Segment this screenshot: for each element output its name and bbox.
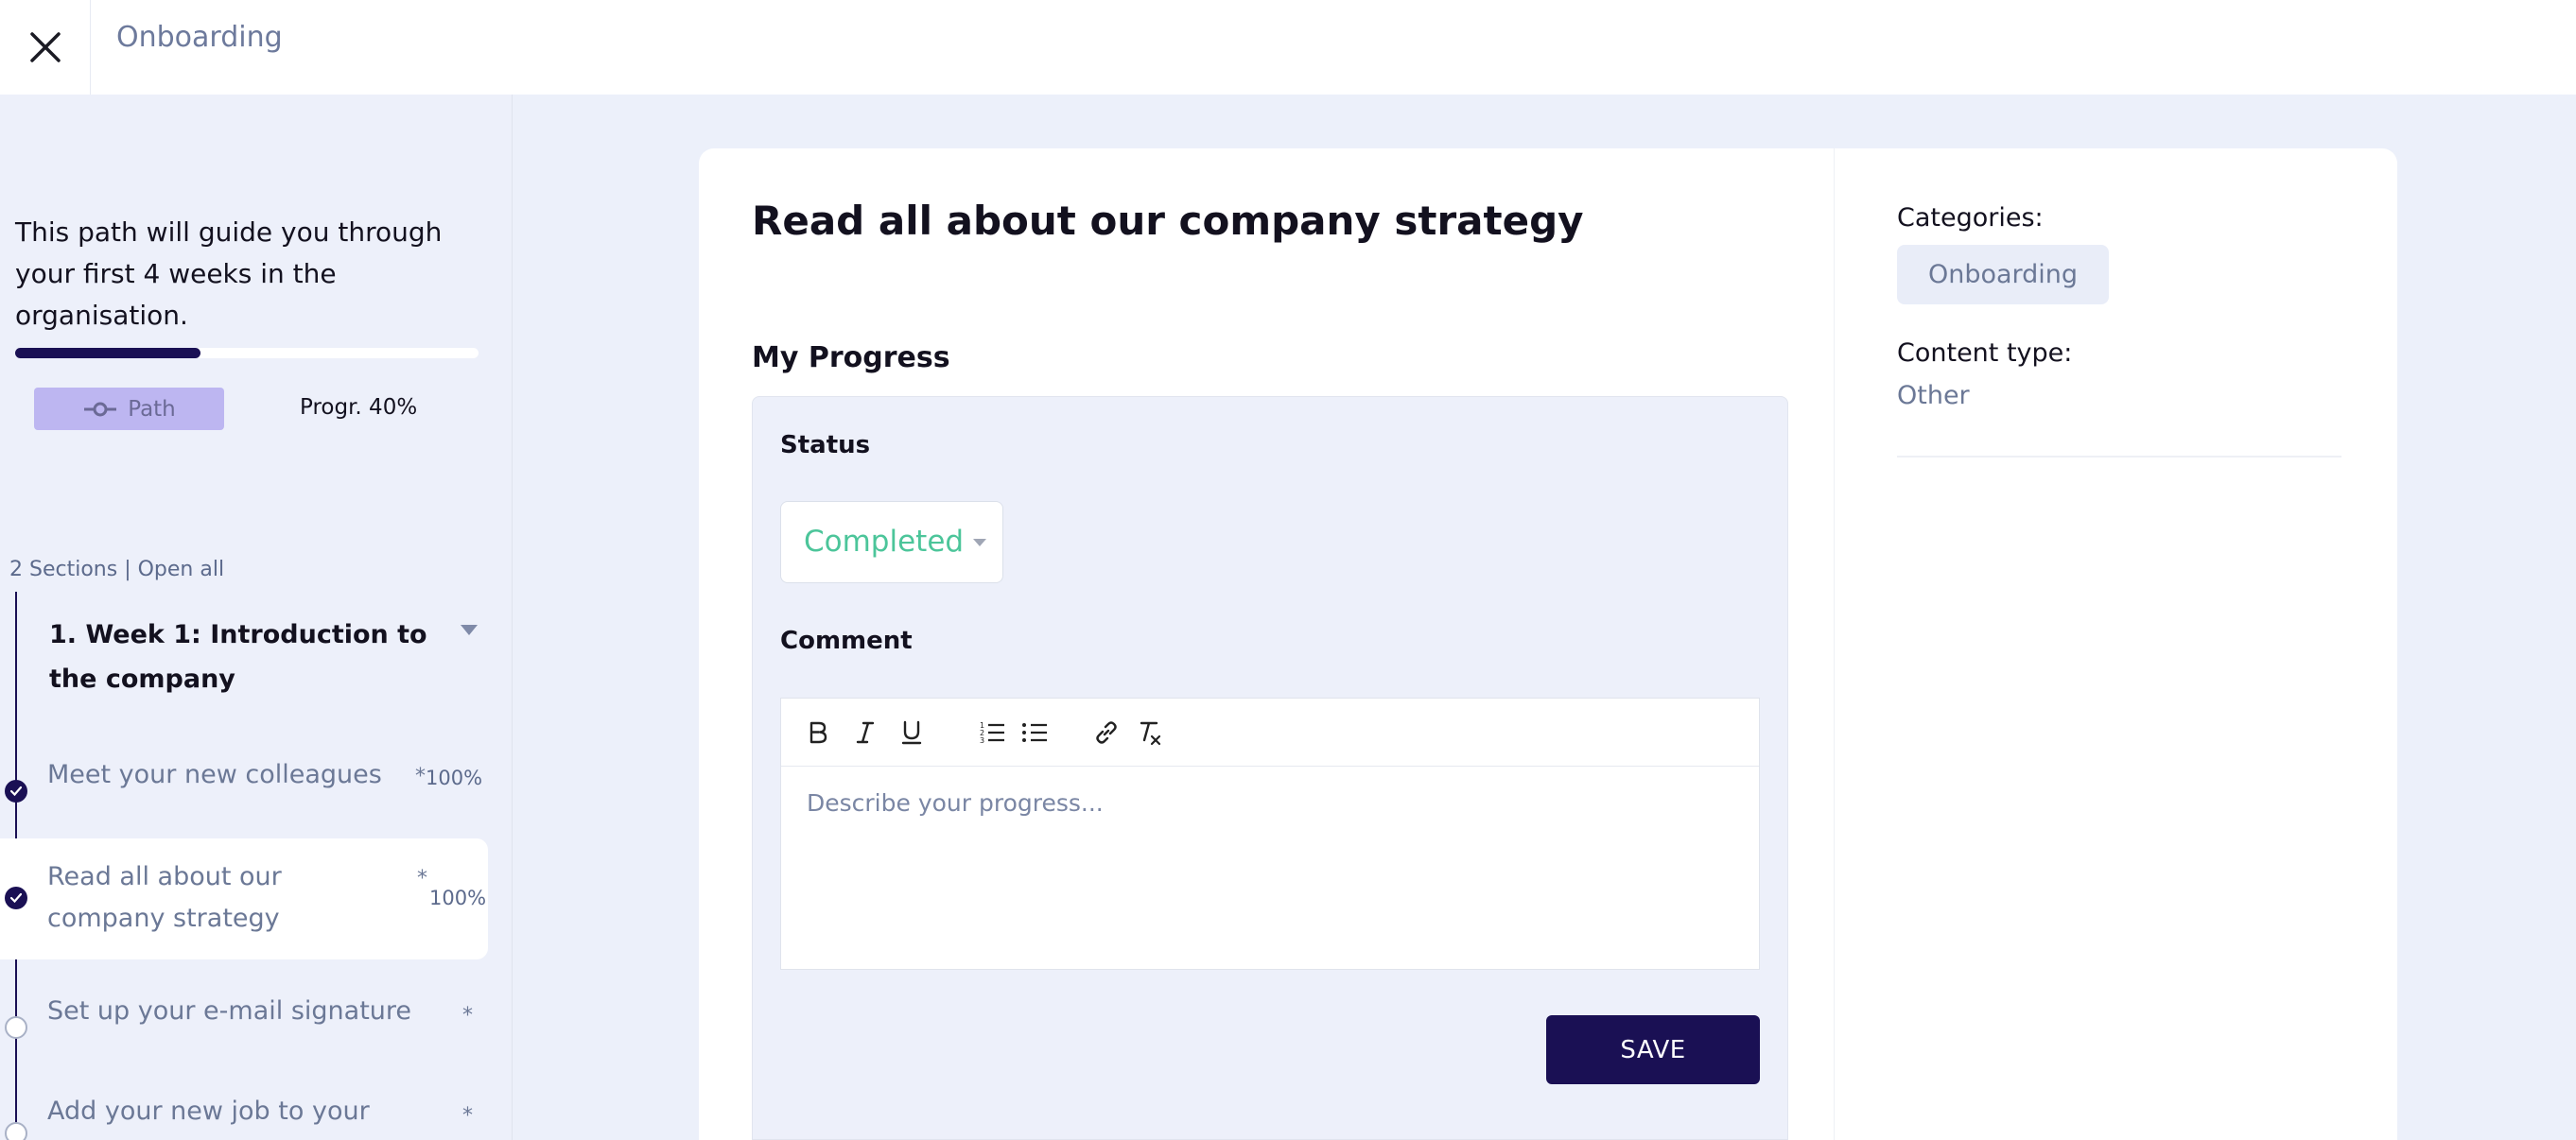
- chevron-down-icon[interactable]: [461, 625, 478, 635]
- sections-header: 2 Sections | Open all: [9, 558, 224, 581]
- svg-text:3: 3: [980, 736, 984, 745]
- bullet-list-icon[interactable]: [1018, 716, 1052, 750]
- step-label: Set up your e-mail signature: [47, 996, 412, 1026]
- path-icon: [84, 402, 117, 416]
- asterisk-icon: *: [415, 765, 426, 788]
- asterisk-icon: *: [462, 1004, 473, 1028]
- step-label: Add your new job to your: [47, 1097, 370, 1126]
- lesson-title: Read all about our company strategy: [752, 198, 1584, 244]
- step-label: Meet your new colleagues: [47, 760, 382, 789]
- step-pending-icon: [5, 1016, 27, 1039]
- path-chip[interactable]: Path: [34, 388, 224, 430]
- check-icon: [5, 780, 27, 803]
- content-type-value: Other: [1897, 381, 1970, 410]
- step-item[interactable]: Meet your new colleagues * 100%: [0, 745, 488, 811]
- lesson-card: Read all about our company strategy My P…: [699, 148, 2397, 1140]
- status-dropdown[interactable]: Completed: [780, 501, 1003, 583]
- ordered-list-icon[interactable]: 123: [975, 716, 1009, 750]
- details-divider: [1834, 148, 1835, 1140]
- top-bar: Onboarding: [0, 0, 2576, 95]
- underline-icon[interactable]: [895, 716, 929, 750]
- path-chip-label: Path: [128, 396, 176, 422]
- details-divider-line: [1897, 456, 2341, 458]
- path-description: This path will guide you through your fi…: [15, 216, 443, 331]
- progress-label: Progr. 40%: [300, 395, 418, 420]
- step-item[interactable]: Add your new job to your *: [0, 1081, 488, 1140]
- bold-icon[interactable]: [801, 716, 835, 750]
- sections-separator: |: [117, 558, 138, 581]
- italic-icon[interactable]: [848, 716, 882, 750]
- sections-count: 2 Sections: [9, 558, 118, 581]
- progress-panel: Status Completed Comment 123 Describe yo…: [752, 396, 1788, 1140]
- comment-input[interactable]: Describe your progress...: [781, 767, 1759, 969]
- categories-label: Categories:: [1897, 203, 2044, 233]
- close-icon: [29, 32, 61, 62]
- comment-editor: 123 Describe your progress...: [780, 698, 1760, 970]
- path-sidebar: This path will guide you through your fi…: [0, 95, 513, 1140]
- link-icon[interactable]: [1089, 716, 1123, 750]
- comment-label: Comment: [780, 627, 913, 655]
- path-progress-bar: [15, 348, 479, 358]
- status-value: Completed: [804, 525, 965, 559]
- asterisk-icon: *: [462, 1104, 473, 1128]
- asterisk-icon: *: [417, 867, 427, 890]
- category-badge: Onboarding: [1897, 245, 2109, 304]
- path-progress-fill: [15, 348, 200, 358]
- step-pending-icon: [5, 1122, 27, 1140]
- step-item[interactable]: Set up your e-mail signature *: [0, 981, 488, 1047]
- save-button[interactable]: SAVE: [1546, 1015, 1760, 1084]
- page-title: Onboarding: [116, 21, 283, 54]
- step-percent: 100%: [429, 887, 487, 909]
- comment-placeholder: Describe your progress...: [807, 789, 1104, 817]
- editor-toolbar: 123: [781, 699, 1759, 767]
- check-icon: [5, 887, 27, 909]
- step-percent: 100%: [426, 767, 483, 789]
- status-label: Status: [780, 431, 871, 459]
- close-button[interactable]: [0, 0, 91, 95]
- content-type-label: Content type:: [1897, 338, 2073, 368]
- open-all-link[interactable]: Open all: [138, 558, 224, 581]
- my-progress-heading: My Progress: [752, 341, 950, 374]
- chevron-down-icon: [973, 539, 986, 546]
- clear-format-icon[interactable]: [1132, 716, 1166, 750]
- step-item-active[interactable]: Read all about our company strategy * 10…: [0, 838, 488, 959]
- step-label: Read all about our company strategy: [47, 862, 282, 933]
- section-title[interactable]: 1. Week 1: Introduction to the company: [49, 613, 427, 701]
